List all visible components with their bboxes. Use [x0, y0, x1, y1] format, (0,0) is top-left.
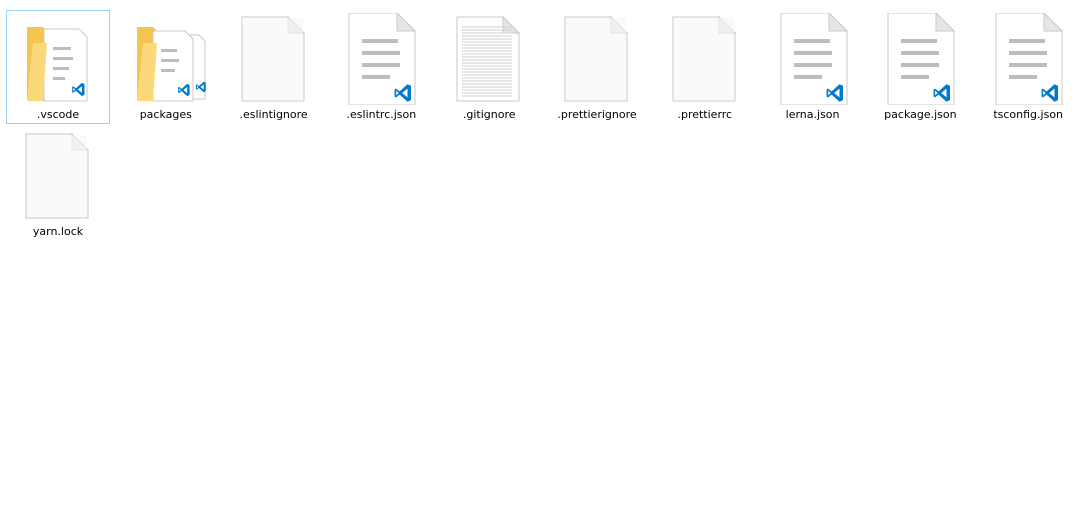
item-label: packages	[139, 108, 192, 121]
vscode-json-file-icon	[869, 13, 971, 105]
item-label: lerna.json	[785, 108, 840, 121]
vscode-json-file-icon	[330, 13, 432, 105]
file-item-dot-eslintignore[interactable]: .eslintignore	[222, 10, 326, 124]
vscode-json-file-icon	[762, 13, 864, 105]
folder-multi-vscode-icon	[115, 13, 217, 105]
item-label: yarn.lock	[32, 225, 84, 238]
folder-item-dot-vscode[interactable]: .vscode	[6, 10, 110, 124]
folder-item-packages[interactable]: packages	[114, 10, 218, 124]
blank-file-icon	[546, 13, 648, 105]
file-item-dot-prettierrc[interactable]: .prettierrc	[653, 10, 757, 124]
vscode-json-file-icon	[977, 13, 1079, 105]
file-item-package-json[interactable]: package.json	[868, 10, 972, 124]
file-item-dot-prettierignore[interactable]: .prettierignore	[545, 10, 649, 124]
text-file-icon	[438, 13, 540, 105]
file-view-grid[interactable]: .vscode packages .eslintignore .eslintrc…	[0, 0, 1080, 524]
item-label: .prettierignore	[557, 108, 637, 121]
blank-file-icon	[7, 130, 109, 222]
file-item-yarn-lock[interactable]: yarn.lock	[6, 127, 110, 241]
item-label: .eslintrc.json	[346, 108, 417, 121]
item-label: package.json	[884, 108, 957, 121]
file-item-dot-gitignore[interactable]: .gitignore	[437, 10, 541, 124]
item-label: tsconfig.json	[993, 108, 1064, 121]
item-label: .gitignore	[462, 108, 516, 121]
item-label: .eslintignore	[239, 108, 308, 121]
item-label: .prettierrc	[677, 108, 733, 121]
blank-file-icon	[223, 13, 325, 105]
file-item-tsconfig-json[interactable]: tsconfig.json	[976, 10, 1080, 124]
file-item-lerna-json[interactable]: lerna.json	[761, 10, 865, 124]
folder-vscode-icon	[7, 13, 109, 105]
file-item-dot-eslintrc-json[interactable]: .eslintrc.json	[329, 10, 433, 124]
item-label: .vscode	[36, 108, 80, 121]
blank-file-icon	[654, 13, 756, 105]
